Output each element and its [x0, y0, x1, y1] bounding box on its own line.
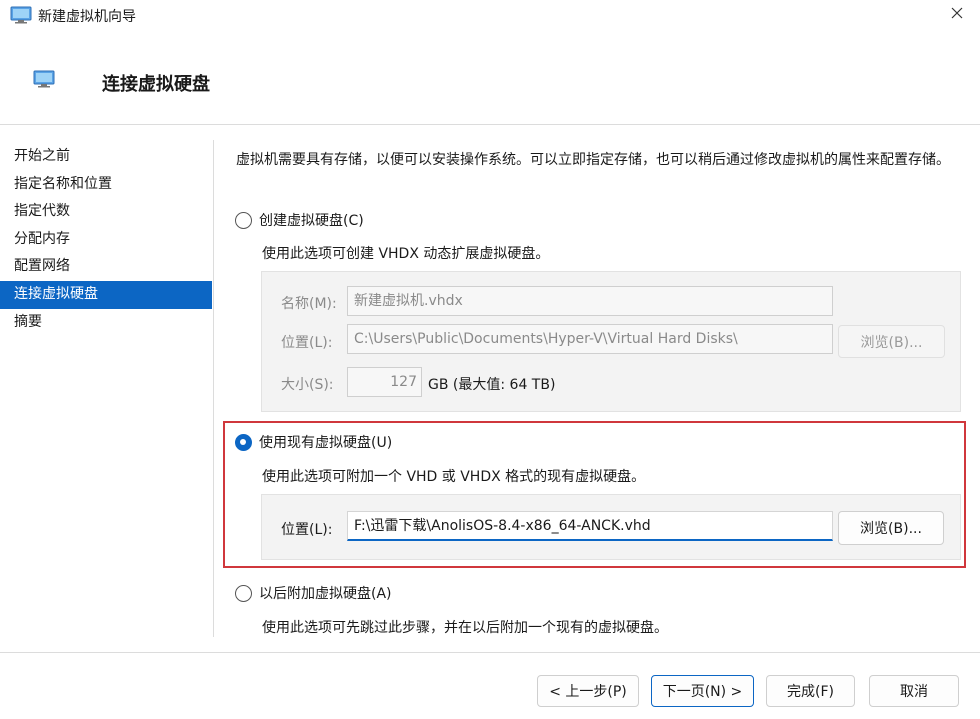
name-label: 名称(M): — [281, 296, 337, 312]
create-vhd-description: 使用此选项可创建 VHDX 动态扩展虚拟硬盘。 — [262, 246, 550, 262]
create-location-field[interactable]: C:\Users\Public\Documents\Hyper-V\Virtua… — [347, 324, 833, 354]
existing-browse-button[interactable]: 浏览(B)... — [838, 511, 944, 545]
existing-vhd-description: 使用此选项可附加一个 VHD 或 VHDX 格式的现有虚拟硬盘。 — [262, 469, 646, 485]
create-vhd-radio[interactable] — [235, 212, 252, 229]
create-vhd-label[interactable]: 创建虚拟硬盘(C) — [259, 210, 364, 230]
main-content: 虚拟机需要具有存储，以便可以安装操作系统。可以立即指定存储，也可以稍后通过修改虚… — [0, 0, 980, 719]
cancel-button[interactable]: 取消 — [869, 675, 959, 707]
previous-button[interactable]: < 上一步(P) — [537, 675, 639, 707]
attach-later-radio[interactable] — [235, 585, 252, 602]
create-browse-button[interactable]: 浏览(B)... — [838, 325, 945, 358]
name-field[interactable]: 新建虚拟机.vhdx — [347, 286, 833, 316]
next-button[interactable]: 下一页(N) > — [651, 675, 754, 707]
attach-later-description: 使用此选项可先跳过此步骤，并在以后附加一个现有的虚拟硬盘。 — [262, 620, 668, 636]
location-label: 位置(L): — [281, 335, 333, 351]
existing-location-label: 位置(L): — [281, 522, 333, 538]
size-label: 大小(S): — [281, 377, 334, 393]
attach-later-label[interactable]: 以后附加虚拟硬盘(A) — [259, 583, 392, 603]
existing-vhd-label[interactable]: 使用现有虚拟硬盘(U) — [259, 432, 392, 452]
finish-button[interactable]: 完成(F) — [766, 675, 855, 707]
existing-vhd-radio[interactable] — [235, 434, 252, 451]
size-field[interactable]: 127 — [347, 367, 422, 397]
page-description: 虚拟机需要具有存储，以便可以安装操作系统。可以立即指定存储，也可以稍后通过修改虚… — [236, 152, 950, 168]
size-unit: GB (最大值: 64 TB) — [428, 377, 556, 393]
existing-location-field[interactable]: F:\迅雷下载\AnolisOS-8.4-x86_64-ANCK.vhd — [347, 511, 833, 541]
